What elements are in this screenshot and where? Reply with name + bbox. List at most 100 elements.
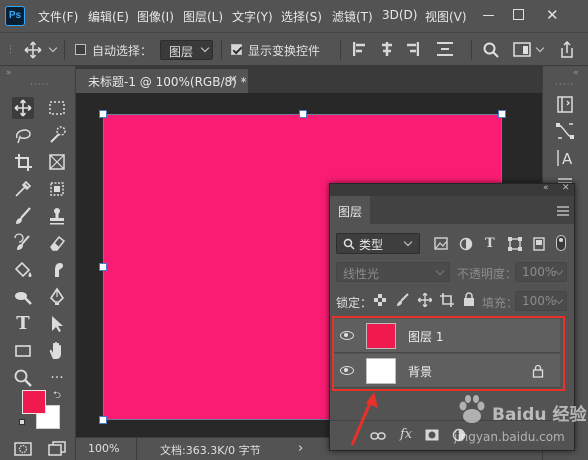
- eraser-tool-icon[interactable]: [46, 232, 68, 254]
- tab-layers[interactable]: 图层: [330, 196, 370, 224]
- paint-bucket-tool-icon[interactable]: [12, 259, 34, 281]
- status-menu-arrow-icon[interactable]: ›: [298, 441, 303, 456]
- options-divider: [221, 40, 222, 60]
- marquee-tool-icon[interactable]: [46, 97, 68, 119]
- tools-panel: » ····· T ··· ⮌: [0, 66, 76, 460]
- close-window-icon[interactable]: ✕: [546, 6, 559, 24]
- add-layer-style-icon[interactable]: fx: [400, 427, 412, 442]
- quick-selection-tool-icon[interactable]: [46, 124, 68, 146]
- history-panel-icon[interactable]: [555, 94, 575, 114]
- workspace-icon[interactable]: [513, 42, 531, 58]
- crop-tool-icon[interactable]: [12, 151, 34, 173]
- filter-toggle[interactable]: [556, 235, 566, 251]
- move-tool-icon[interactable]: [12, 97, 34, 119]
- type-tool-icon[interactable]: T: [12, 313, 34, 335]
- menu-3d[interactable]: 3D(D): [382, 8, 417, 22]
- brush-tool-icon[interactable]: [12, 205, 34, 227]
- maximize-icon[interactable]: [513, 9, 524, 20]
- align-right-icon[interactable]: [405, 42, 419, 56]
- chevron-down-icon: [200, 43, 210, 53]
- panel-collapse-icon[interactable]: «: [543, 183, 549, 193]
- fill-field[interactable]: 100%: [515, 291, 567, 311]
- zoom-tool-icon[interactable]: [12, 367, 34, 389]
- character-panel-icon[interactable]: A: [555, 148, 577, 168]
- align-left-icon[interactable]: [353, 42, 367, 56]
- minimize-icon[interactable]: [483, 15, 494, 16]
- transform-handle-bottom-left[interactable]: [99, 416, 107, 424]
- add-mask-icon[interactable]: [425, 429, 439, 441]
- layer-filter-kind: 类型: [359, 238, 384, 252]
- lasso-tool-icon[interactable]: [12, 124, 34, 146]
- menu-select[interactable]: 选择(S): [281, 8, 322, 25]
- transform-handle-top-right[interactable]: [498, 110, 506, 118]
- options-divider: [64, 40, 65, 60]
- frame-select-tool-icon[interactable]: [46, 178, 68, 200]
- lock-transparent-pixels-icon[interactable]: [374, 294, 386, 306]
- screen-mode-icon[interactable]: [46, 438, 68, 460]
- stamp-tool-icon[interactable]: [46, 205, 68, 227]
- menu-image[interactable]: 图像(I): [137, 8, 174, 25]
- tools-collapse-icon[interactable]: »: [6, 68, 12, 78]
- document-tab[interactable]: 未标题-1 @ 100%(RGB/8) * ×: [76, 69, 248, 93]
- zoom-level[interactable]: 100%: [88, 442, 119, 455]
- dock-collapse-icon[interactable]: «: [573, 68, 579, 78]
- menu-type[interactable]: 文字(Y): [232, 8, 273, 25]
- panel-close-icon[interactable]: ✕: [562, 183, 570, 193]
- distribute-icon[interactable]: [437, 42, 453, 56]
- filter-type-icon[interactable]: T: [485, 237, 495, 251]
- preset-chevron-down-icon[interactable]: [48, 43, 58, 53]
- blend-mode-dropdown[interactable]: 线性光: [336, 262, 450, 282]
- fill-label: 填充：: [482, 296, 519, 310]
- search-icon[interactable]: [483, 42, 499, 58]
- filter-smart-object-icon[interactable]: [532, 237, 546, 251]
- lock-artboard-icon[interactable]: [440, 293, 454, 307]
- auto-select-target-dropdown[interactable]: 图层: [160, 40, 213, 60]
- filter-adjustment-icon[interactable]: [459, 237, 473, 251]
- share-icon[interactable]: [559, 41, 575, 59]
- eyedropper-tool-icon[interactable]: [12, 178, 34, 200]
- transform-handle-top-center[interactable]: [299, 110, 307, 118]
- layer-filter-dropdown[interactable]: 类型: [336, 233, 420, 254]
- baidu-paw-logo-icon: [459, 395, 485, 423]
- transform-handle-middle-left[interactable]: [99, 263, 107, 271]
- opacity-value: 100%: [522, 265, 557, 279]
- foreground-color-swatch[interactable]: [22, 390, 46, 414]
- filter-pixel-icon[interactable]: [434, 237, 448, 250]
- rectangle-tool-icon[interactable]: [12, 340, 34, 362]
- paths-panel-icon[interactable]: [555, 121, 575, 141]
- history-brush-tool-icon[interactable]: [12, 232, 34, 254]
- workspace-chevron-down-icon[interactable]: [535, 43, 545, 53]
- dodge-tool-icon[interactable]: [12, 286, 34, 308]
- auto-select-checkbox[interactable]: [75, 44, 86, 55]
- menu-file[interactable]: 文件(F): [38, 8, 78, 25]
- lock-image-pixels-icon[interactable]: [396, 293, 409, 307]
- panel-menu-icon[interactable]: [557, 206, 569, 216]
- show-transform-checkbox[interactable]: [231, 44, 242, 55]
- watermark-url: jingyan.baidu.com: [454, 430, 565, 444]
- frame-tool-icon[interactable]: [46, 151, 68, 173]
- transform-handle-top-left[interactable]: [99, 110, 107, 118]
- default-colors-icon[interactable]: [19, 419, 25, 425]
- menu-filter[interactable]: 滤镜(T): [332, 8, 373, 25]
- pen-tool-icon[interactable]: [46, 286, 68, 308]
- lock-all-icon[interactable]: [463, 292, 475, 307]
- hand-tool-icon[interactable]: [46, 340, 68, 362]
- chevron-down-icon: [403, 237, 413, 247]
- opacity-label: 不透明度：: [457, 267, 518, 281]
- filter-shape-icon[interactable]: [508, 237, 522, 251]
- menu-view[interactable]: 视图(V): [425, 8, 467, 25]
- smudge-tool-icon[interactable]: [46, 259, 68, 281]
- menu-edit[interactable]: 编辑(E): [88, 8, 129, 25]
- close-tab-icon[interactable]: ×: [228, 72, 238, 86]
- lock-position-icon[interactable]: [418, 293, 432, 307]
- path-selection-tool-icon[interactable]: [46, 313, 68, 335]
- move-tool-preset-icon[interactable]: [24, 41, 42, 59]
- quick-mask-icon[interactable]: [12, 438, 34, 460]
- auto-select-target-value: 图层: [169, 45, 194, 59]
- fill-value: 100%: [522, 294, 557, 308]
- more-tools-icon[interactable]: ···: [46, 367, 68, 389]
- menu-layer[interactable]: 图层(L): [183, 8, 223, 25]
- opacity-field[interactable]: 100%: [515, 262, 567, 282]
- swap-colors-icon[interactable]: ⮌: [53, 388, 61, 405]
- align-center-icon[interactable]: [380, 42, 394, 56]
